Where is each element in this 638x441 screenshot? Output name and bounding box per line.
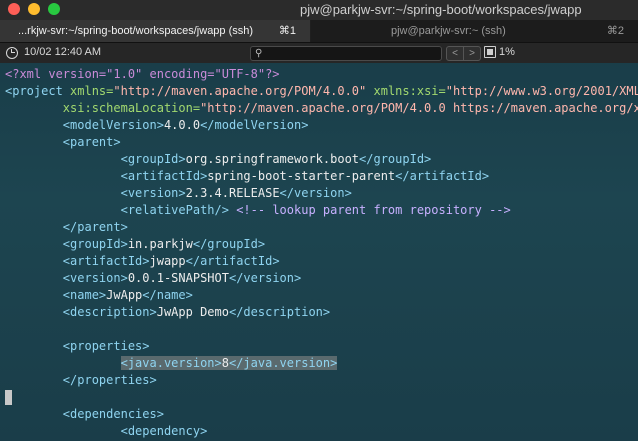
line-group-id: <groupId>in.parkjw</groupId> xyxy=(62,237,266,251)
line-properties-close: </properties> xyxy=(62,373,157,387)
line-dependency-open: <dependency> xyxy=(120,424,208,438)
line-parent-artifact-id: <artifactId>spring-boot-starter-parent</… xyxy=(120,169,490,183)
tab-shortcut: ⌘2 xyxy=(606,25,624,37)
line-parent-open: <parent> xyxy=(62,135,121,149)
parent-group-id-value: org.springframework.boot xyxy=(185,152,360,166)
status-bar: 10/02 12:40 AM ⚲ < > 1% xyxy=(0,43,638,63)
tab-title: ...rkjw-svr:~/spring-boot/workspaces/jwa… xyxy=(18,25,254,37)
line-parent-close: </parent> xyxy=(62,220,128,234)
find-next-button[interactable]: > xyxy=(463,46,481,61)
xmlns-xsi-value: "http://www.w3.org/2001/XMLSch xyxy=(445,84,638,98)
parent-artifact-id-value: spring-boot-starter-parent xyxy=(207,169,396,183)
group-id-value: in.parkjw xyxy=(127,237,193,251)
cpu-usage: 1% xyxy=(499,46,515,58)
line-properties-open: <properties> xyxy=(62,339,150,353)
model-version-value: 4.0.0 xyxy=(163,118,201,132)
status-time: 10/02 12:40 AM xyxy=(24,46,102,58)
cpu-icon xyxy=(484,46,496,58)
name-value: JwApp xyxy=(106,288,143,302)
artifact-id-value: jwapp xyxy=(149,254,186,268)
line-relative-path: <relativePath/> <!-- lookup parent from … xyxy=(120,203,511,217)
line-artifact-id: <artifactId>jwapp</artifactId> xyxy=(62,254,280,268)
line-description: <description>JwApp Demo</description> xyxy=(62,305,331,319)
terminal-output[interactable]: <?xml version="1.0" encoding="UTF-8"?> <… xyxy=(0,64,638,441)
highlighted-selection[interactable]: <java.version>8</java.version> xyxy=(120,356,338,370)
search-input[interactable] xyxy=(271,47,431,60)
description-value: JwApp Demo xyxy=(156,305,229,319)
search-icon[interactable]: ⚲ xyxy=(255,48,262,59)
tab-jwapp-ssh[interactable]: ...rkjw-svr:~/spring-boot/workspaces/jwa… xyxy=(0,20,310,42)
zoom-button[interactable] xyxy=(48,3,60,15)
xmlns-xsi-attr: xmlns:xsi= xyxy=(373,84,446,98)
text-cursor xyxy=(5,390,12,405)
minimize-button[interactable] xyxy=(28,3,40,15)
line-xml-declaration: <?xml version="1.0" encoding="UTF-8"?> xyxy=(5,66,280,83)
tab-shortcut: ⌘1 xyxy=(278,25,296,37)
clock-icon xyxy=(6,47,18,59)
line-name: <name>JwApp</name> xyxy=(62,288,193,302)
line-parent-version: <version>2.3.4.RELEASE</version> xyxy=(120,186,352,200)
line-model-version: <modelVersion>4.0.0</modelVersion> xyxy=(62,118,309,132)
project-tag: <project xyxy=(5,84,63,98)
window-title: pjw@parkjw-svr:~/spring-boot/workspaces/… xyxy=(300,2,582,17)
java-version-value: 8 xyxy=(221,356,229,370)
find-previous-button[interactable]: < xyxy=(446,46,464,61)
line-java-version: <java.version>8</java.version> xyxy=(5,355,338,372)
relative-path-comment: <!-- lookup parent from repository --> xyxy=(236,203,511,217)
tab-home-ssh[interactable]: pjw@parkjw-svr:~ (ssh) ⌘2 xyxy=(311,20,638,42)
find-bar: ⚲ xyxy=(250,46,442,61)
close-button[interactable] xyxy=(8,3,20,15)
xmlns-attr: xmlns= xyxy=(70,84,114,98)
version-value: 0.0.1-SNAPSHOT xyxy=(127,271,229,285)
xml-declaration: <?xml version="1.0" encoding="UTF-8"?> xyxy=(5,67,280,81)
line-project-open: <project xmlns="http://maven.apache.org/… xyxy=(5,83,638,100)
line-schema-location: xsi:schemaLocation="http://maven.apache.… xyxy=(5,100,638,117)
terminal-window: pjw@parkjw-svr:~/spring-boot/workspaces/… xyxy=(0,0,638,441)
parent-version-value: 2.3.4.RELEASE xyxy=(185,186,280,200)
schema-location-value: "http://maven.apache.org/POM/4.0.0 https… xyxy=(200,101,638,115)
line-version: <version>0.0.1-SNAPSHOT</version> xyxy=(62,271,302,285)
schema-location-attr: xsi:schemaLocation= xyxy=(62,101,201,115)
xmlns-value: "http://maven.apache.org/POM/4.0.0" xyxy=(113,84,367,98)
line-dependencies-open: <dependencies> xyxy=(62,407,164,421)
title-bar: pjw@parkjw-svr:~/spring-boot/workspaces/… xyxy=(0,0,638,20)
tab-bar: ...rkjw-svr:~/spring-boot/workspaces/jwa… xyxy=(0,20,638,43)
tab-title: pjw@parkjw-svr:~ (ssh) xyxy=(391,25,506,37)
line-parent-group-id: <groupId>org.springframework.boot</group… xyxy=(120,152,432,166)
